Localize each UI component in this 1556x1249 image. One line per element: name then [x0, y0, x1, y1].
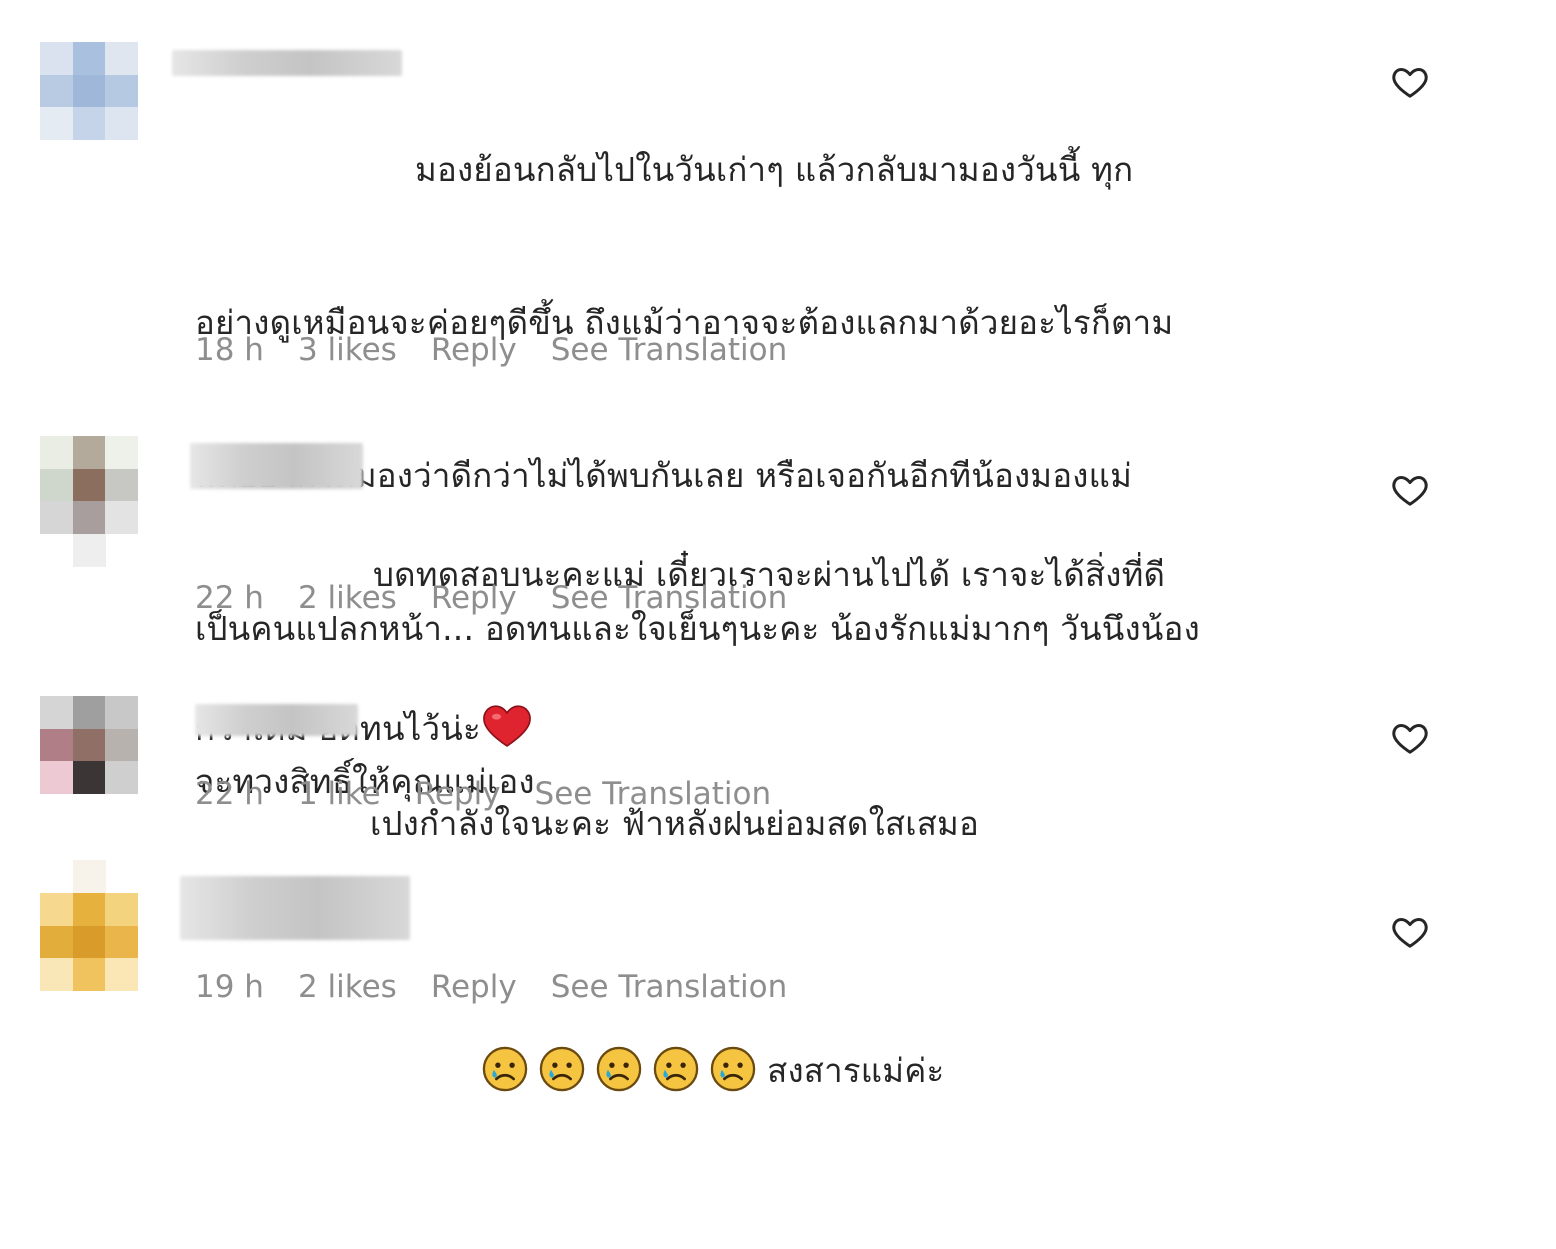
sad-face-emoji	[653, 1046, 699, 1092]
avatar[interactable]	[40, 696, 138, 794]
comment-time[interactable]: 18 h	[195, 332, 264, 368]
avatar[interactable]	[40, 42, 138, 140]
likes-count[interactable]: 3 likes	[298, 332, 397, 368]
reply-button[interactable]: Reply	[415, 776, 501, 812]
like-heart-icon[interactable]	[1390, 62, 1430, 102]
see-translation-button[interactable]: See Translation	[551, 580, 788, 616]
likes-count[interactable]: 2 likes	[298, 969, 397, 1005]
username-blurred[interactable]	[180, 876, 410, 940]
see-translation-button[interactable]: See Translation	[551, 969, 788, 1005]
see-translation-button[interactable]: See Translation	[551, 332, 788, 368]
avatar[interactable]	[40, 860, 138, 991]
likes-count[interactable]: 1 like	[298, 776, 381, 812]
reply-button[interactable]: Reply	[431, 332, 517, 368]
comment-meta: 19 h 2 likes Reply See Translation	[195, 969, 787, 1005]
avatar[interactable]	[40, 436, 138, 567]
reply-button[interactable]: Reply	[431, 969, 517, 1005]
see-translation-button[interactable]: See Translation	[535, 776, 772, 812]
like-heart-icon[interactable]	[1390, 912, 1430, 952]
likes-count[interactable]: 2 likes	[298, 580, 397, 616]
like-heart-icon[interactable]	[1390, 718, 1430, 758]
comment-line: มองย้อนกลับไปในวันเก่าๆ แล้วกลับมามองวัน…	[415, 150, 1134, 189]
sad-face-emoji	[596, 1046, 642, 1092]
comment-meta: 18 h 3 likes Reply See Translation	[195, 332, 787, 368]
comment-time[interactable]: 22 h	[195, 776, 264, 812]
comment-line: สงสารแม่ค่ะ	[767, 1051, 945, 1090]
sad-face-emoji	[482, 1046, 528, 1092]
comment-time[interactable]: 22 h	[195, 580, 264, 616]
comment-meta: 22 h 2 likes Reply See Translation	[195, 580, 787, 616]
comment-meta: 22 h 1 like Reply See Translation	[195, 776, 771, 812]
sad-face-emoji	[710, 1046, 756, 1092]
reply-button[interactable]: Reply	[431, 580, 517, 616]
like-heart-icon[interactable]	[1390, 470, 1430, 510]
comment-text: สงสารแม่ค่ะ	[418, 892, 944, 1249]
comment-time[interactable]: 19 h	[195, 969, 264, 1005]
sad-face-emoji	[539, 1046, 585, 1092]
